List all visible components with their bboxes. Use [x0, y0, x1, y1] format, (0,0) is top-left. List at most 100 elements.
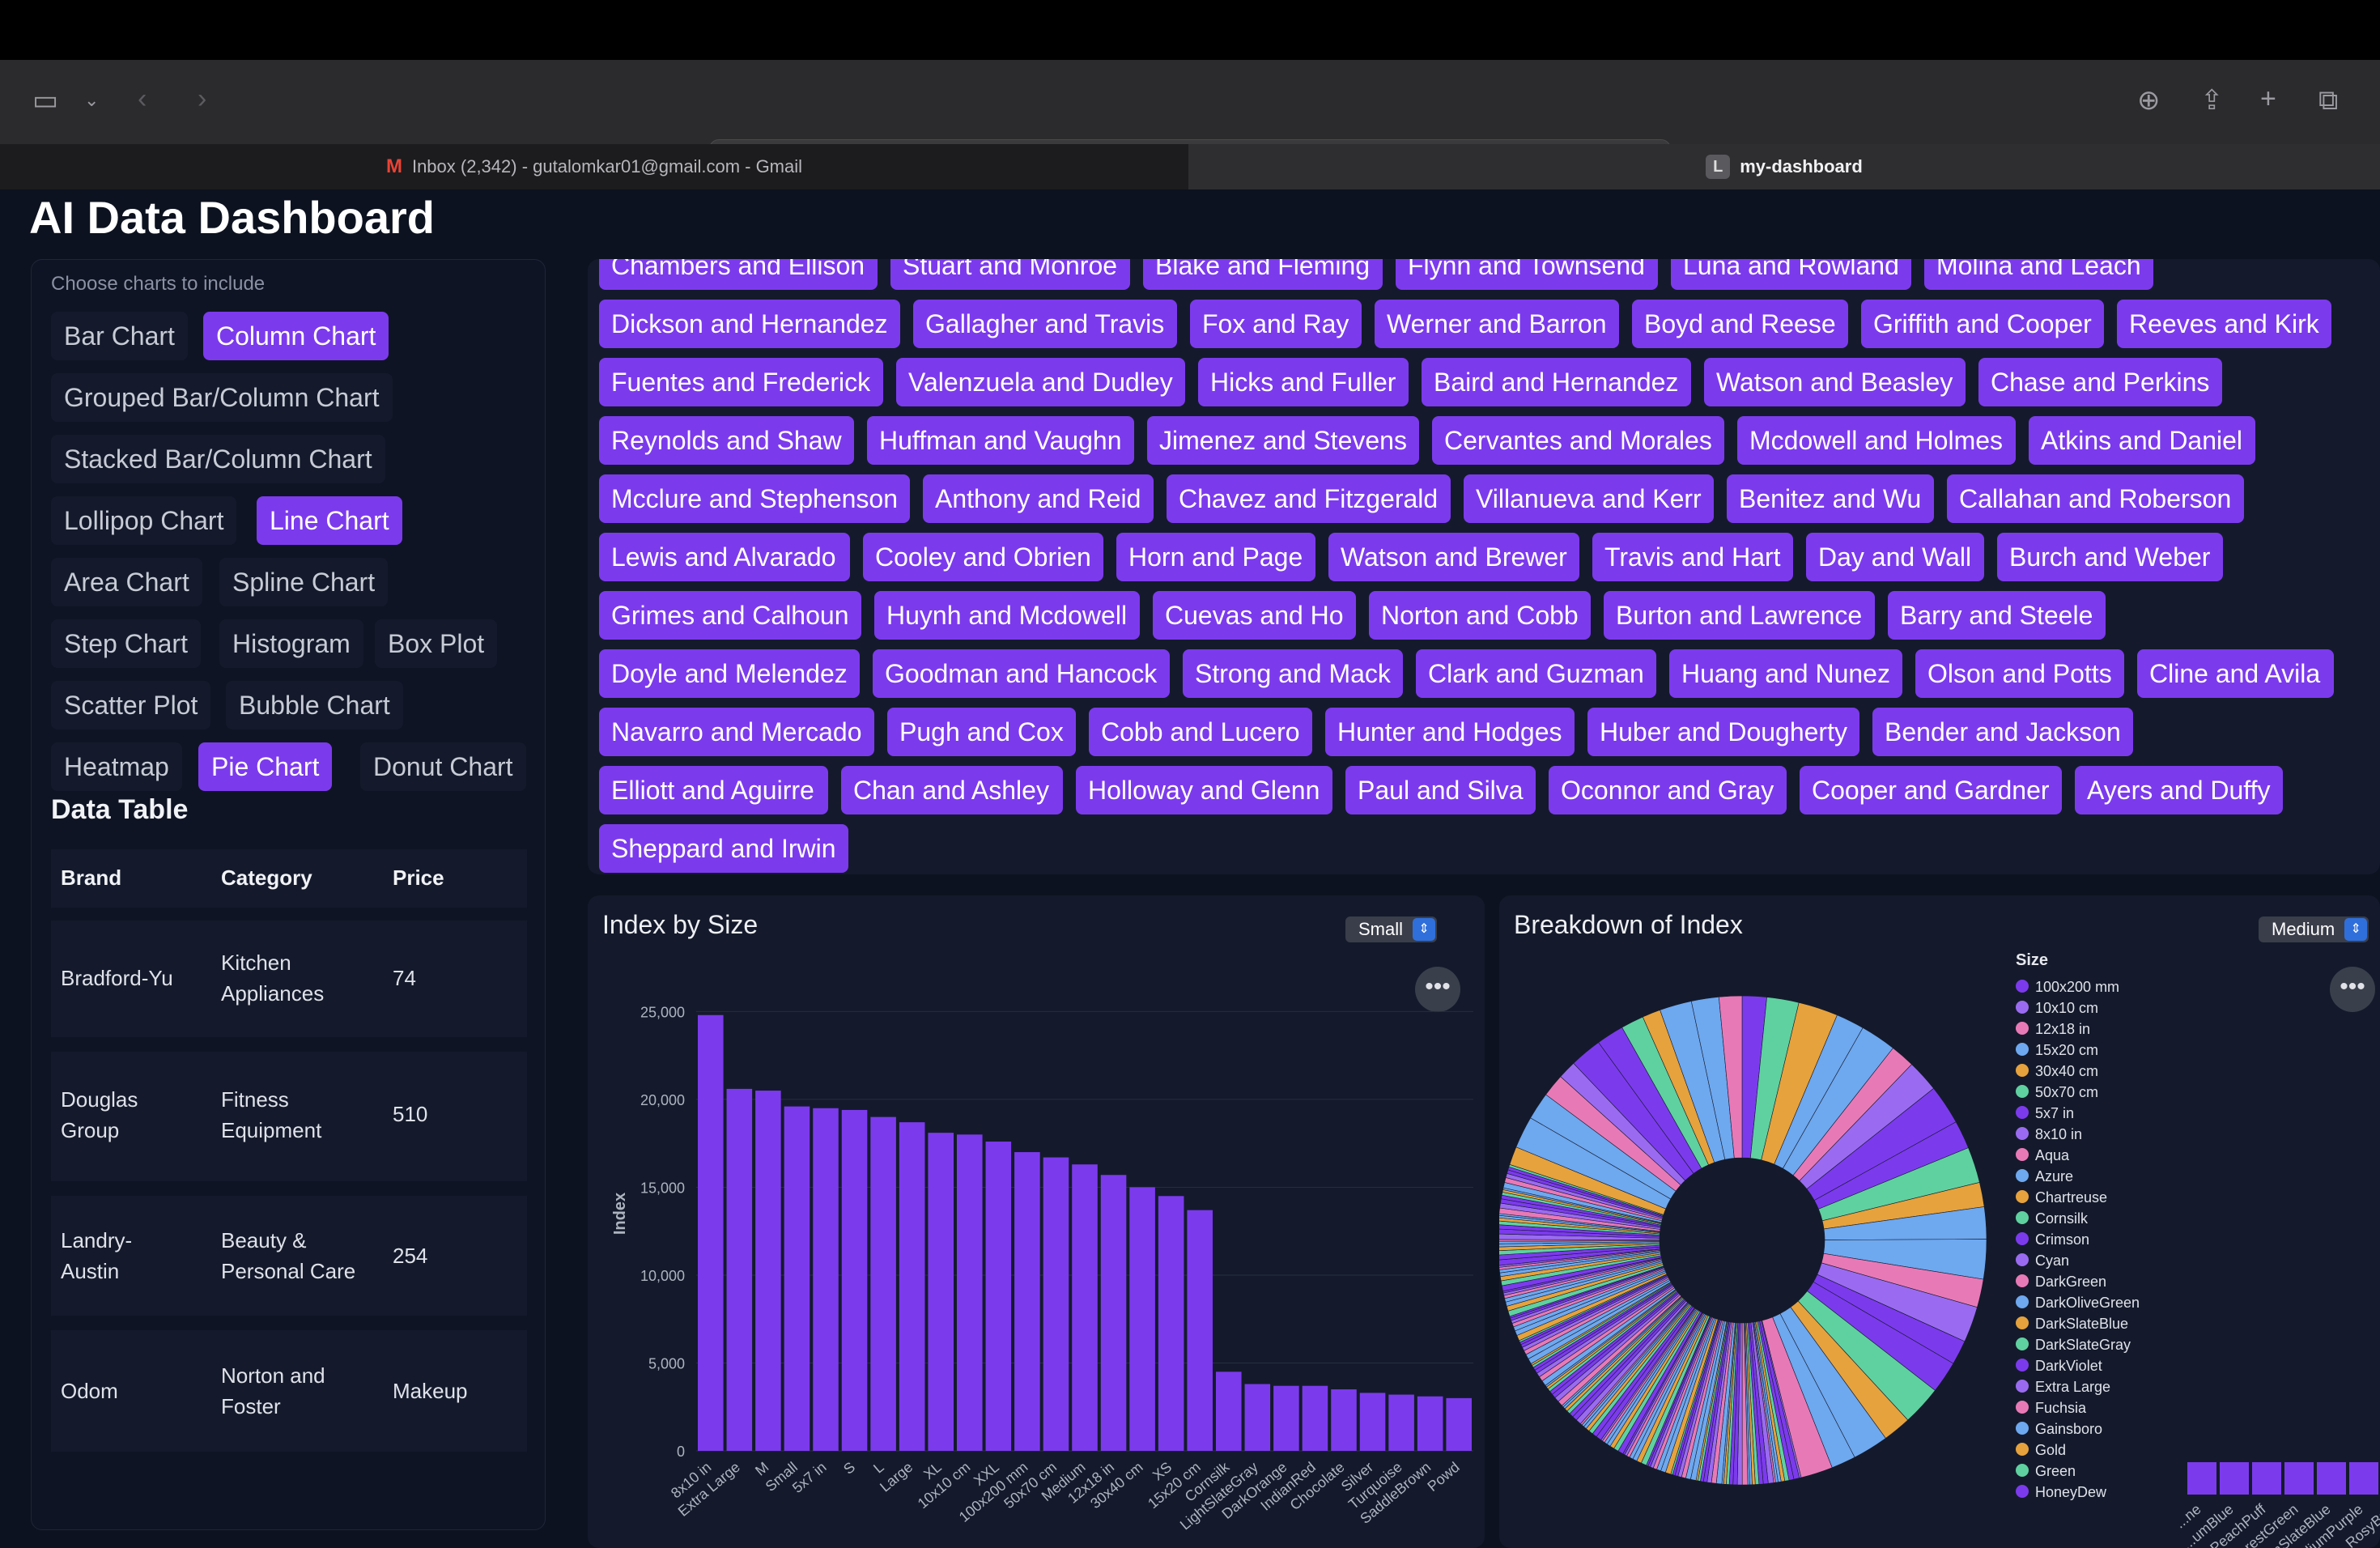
chart-option-grouped[interactable]: Grouped Bar/Column Chart — [51, 373, 393, 422]
filter-tag[interactable]: Navarro and Mercado — [599, 708, 874, 756]
filter-tag[interactable]: Callahan and Roberson — [1947, 474, 2244, 523]
filter-tag[interactable]: Flynn and Townsend — [1396, 259, 1658, 290]
chart-option-line[interactable]: Line Chart — [257, 496, 402, 545]
filter-tag[interactable]: Dickson and Hernandez — [599, 300, 900, 348]
back-icon[interactable]: ‹ — [138, 83, 147, 115]
filter-tag[interactable]: Doyle and Melendez — [599, 649, 860, 698]
forward-icon[interactable]: › — [198, 83, 206, 115]
download-icon[interactable]: ⊕ — [2137, 84, 2161, 117]
filter-tag[interactable]: Reynolds and Shaw — [599, 416, 854, 465]
filter-tag[interactable]: Chase and Perkins — [1978, 358, 2222, 406]
header-brand[interactable]: Brand — [61, 862, 121, 893]
filter-tag[interactable]: Elliott and Aguirre — [599, 766, 828, 814]
chart-option-area[interactable]: Area Chart — [51, 558, 202, 606]
filter-tag[interactable]: Werner and Barron — [1375, 300, 1619, 348]
filter-tag[interactable]: Burch and Weber — [1997, 533, 2223, 581]
chart-option-boxplot[interactable]: Box Plot — [375, 619, 498, 668]
tab-overview-icon[interactable]: ⧉ — [2318, 84, 2338, 117]
filter-tag[interactable]: Huynh and Mcdowell — [874, 591, 1140, 640]
chart-option-pie[interactable]: Pie Chart — [198, 742, 333, 791]
filter-tag[interactable]: Atkins and Daniel — [2029, 416, 2255, 465]
filter-tag[interactable]: Cervantes and Morales — [1432, 416, 1724, 465]
filter-tag[interactable]: Bender and Jackson — [1872, 708, 2133, 756]
header-category[interactable]: Category — [221, 862, 312, 893]
filter-tag[interactable]: Stuart and Monroe — [890, 259, 1130, 290]
chart-option-scatter[interactable]: Scatter Plot — [51, 681, 211, 729]
chevron-down-icon[interactable]: ⌄ — [84, 84, 99, 117]
chart-option-bar[interactable]: Bar Chart — [51, 312, 188, 360]
filter-tag[interactable]: Travis and Hart — [1592, 533, 1793, 581]
filter-tag[interactable]: Chambers and Ellison — [599, 259, 878, 290]
tab-gmail[interactable]: M Inbox (2,342) - gutalomkar01@gmail.com… — [0, 144, 1188, 189]
filter-tag[interactable]: Fox and Ray — [1190, 300, 1362, 348]
chart-option-lollipop[interactable]: Lollipop Chart — [51, 496, 237, 545]
header-price[interactable]: Price — [393, 862, 444, 893]
filter-tag[interactable]: Chavez and Fitzgerald — [1167, 474, 1451, 523]
filter-tag[interactable]: Strong and Mack — [1183, 649, 1403, 698]
filter-tag[interactable]: Huang and Nunez — [1669, 649, 1902, 698]
sidebar-toggle-icon[interactable]: ▭ — [32, 84, 58, 117]
filter-tag[interactable]: Holloway and Glenn — [1076, 766, 1332, 814]
filter-tag[interactable]: Blake and Fleming — [1143, 259, 1383, 290]
filter-tag[interactable]: Hunter and Hodges — [1325, 708, 1575, 756]
filter-tag[interactable]: Villanueva and Kerr — [1464, 474, 1714, 523]
chart-option-heatmap[interactable]: Heatmap — [51, 742, 182, 791]
filter-tag[interactable]: Barry and Steele — [1888, 591, 2106, 640]
legend-swatch — [2016, 1022, 2029, 1035]
tab-my-dashboard[interactable]: L my-dashboard — [1188, 144, 2380, 189]
filter-tag[interactable]: Hicks and Fuller — [1198, 358, 1409, 406]
filter-tag[interactable]: Cooley and Obrien — [863, 533, 1103, 581]
chart-option-stacked[interactable]: Stacked Bar/Column Chart — [51, 435, 385, 483]
chart-option-step[interactable]: Step Chart — [51, 619, 201, 668]
filter-tag[interactable]: Jimenez and Stevens — [1147, 416, 1419, 465]
filter-tag[interactable]: Benitez and Wu — [1727, 474, 1934, 523]
filter-tag[interactable]: Olson and Potts — [1915, 649, 2124, 698]
filter-tag[interactable]: Lewis and Alvarado — [599, 533, 850, 581]
new-tab-icon[interactable]: + — [2260, 83, 2276, 115]
filter-tag[interactable]: Reeves and Kirk — [2117, 300, 2331, 348]
legend-item: Aqua — [2035, 1147, 2070, 1163]
filter-tag[interactable]: Griffith and Cooper — [1861, 300, 2104, 348]
filter-tag[interactable]: Goodman and Hancock — [873, 649, 1170, 698]
filter-tag[interactable]: Baird and Hernandez — [1422, 358, 1691, 406]
filter-tag[interactable]: Anthony and Reid — [923, 474, 1154, 523]
filter-tag[interactable]: Chan and Ashley — [841, 766, 1063, 814]
chart-option-donut[interactable]: Donut Chart — [360, 742, 526, 791]
chart-option-spline[interactable]: Spline Chart — [219, 558, 389, 606]
filter-tag[interactable]: Watson and Brewer — [1328, 533, 1579, 581]
filter-tag[interactable]: Cline and Avila — [2137, 649, 2334, 698]
filter-tag[interactable]: Luna and Rowland — [1671, 259, 1911, 290]
filter-tag[interactable]: Clark and Guzman — [1416, 649, 1656, 698]
filter-tag[interactable]: Horn and Page — [1116, 533, 1315, 581]
filter-tag[interactable]: Grimes and Calhoun — [599, 591, 861, 640]
filter-tag[interactable]: Paul and Silva — [1345, 766, 1536, 814]
cell-brand: Douglas Group — [61, 1087, 138, 1142]
filter-tag[interactable]: Boyd and Reese — [1632, 300, 1848, 348]
filter-tag[interactable]: Cuevas and Ho — [1153, 591, 1356, 640]
filter-tag[interactable]: Mcdowell and Holmes — [1737, 416, 2016, 465]
filter-tag[interactable]: Valenzuela and Dudley — [896, 358, 1185, 406]
legend-item: Fuchsia — [2035, 1400, 2087, 1416]
filter-tag[interactable]: Sheppard and Irwin — [599, 824, 848, 873]
share-icon[interactable]: ⇪ — [2200, 84, 2224, 117]
filter-tag[interactable]: Cobb and Lucero — [1089, 708, 1312, 756]
filter-tag[interactable]: Huber and Dougherty — [1587, 708, 1859, 756]
filter-tag[interactable]: Oconnor and Gray — [1549, 766, 1787, 814]
legend-swatch — [2016, 1422, 2029, 1435]
filter-tag[interactable]: Fuentes and Frederick — [599, 358, 883, 406]
filter-tag[interactable]: Day and Wall — [1806, 533, 1984, 581]
filter-tag[interactable]: Ayers and Duffy — [2075, 766, 2283, 814]
filter-tag[interactable]: Pugh and Cox — [887, 708, 1076, 756]
filter-tag[interactable]: Watson and Beasley — [1704, 358, 1966, 406]
filter-tag[interactable]: Burton and Lawrence — [1604, 591, 1875, 640]
chart-option-histogram[interactable]: Histogram — [219, 619, 363, 668]
filter-tag[interactable]: Cooper and Gardner — [1800, 766, 2062, 814]
chart-option-column[interactable]: Column Chart — [203, 312, 389, 360]
bar — [726, 1088, 753, 1451]
filter-tag[interactable]: Gallagher and Travis — [913, 300, 1177, 348]
filter-tag[interactable]: Huffman and Vaughn — [867, 416, 1134, 465]
filter-tag[interactable]: Mcclure and Stephenson — [599, 474, 910, 523]
chart-option-bubble[interactable]: Bubble Chart — [226, 681, 403, 729]
filter-tag[interactable]: Molina and Leach — [1924, 259, 2153, 290]
filter-tag[interactable]: Norton and Cobb — [1369, 591, 1591, 640]
